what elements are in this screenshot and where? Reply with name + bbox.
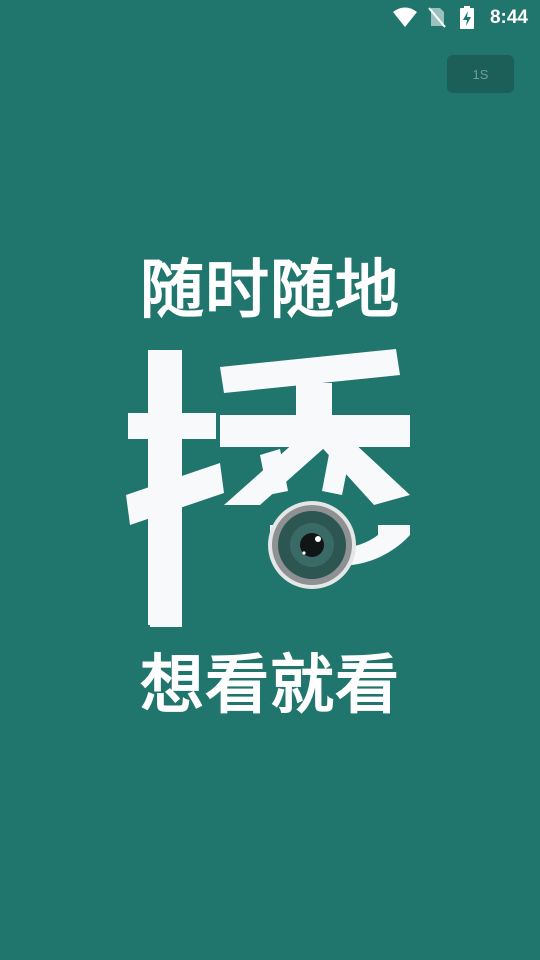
logo-stroke bbox=[148, 595, 182, 627]
logo-stroke bbox=[128, 413, 216, 439]
tagline-top: 随时随地 bbox=[140, 254, 400, 328]
skip-countdown-button[interactable]: 1S bbox=[447, 55, 514, 93]
status-bar: 8:44 bbox=[0, 0, 540, 36]
wifi-icon bbox=[393, 7, 417, 27]
no-sim-icon bbox=[428, 7, 446, 28]
lens-highlight bbox=[302, 551, 306, 555]
lens-highlight bbox=[315, 536, 321, 542]
bo-character-camera-logo bbox=[126, 349, 410, 627]
logo-stroke bbox=[296, 383, 332, 443]
tagline-bottom: 想看就看 bbox=[140, 649, 400, 723]
status-time: 8:44 bbox=[489, 7, 528, 28]
logo-stroke bbox=[322, 449, 350, 495]
battery-charging-icon bbox=[460, 6, 474, 29]
